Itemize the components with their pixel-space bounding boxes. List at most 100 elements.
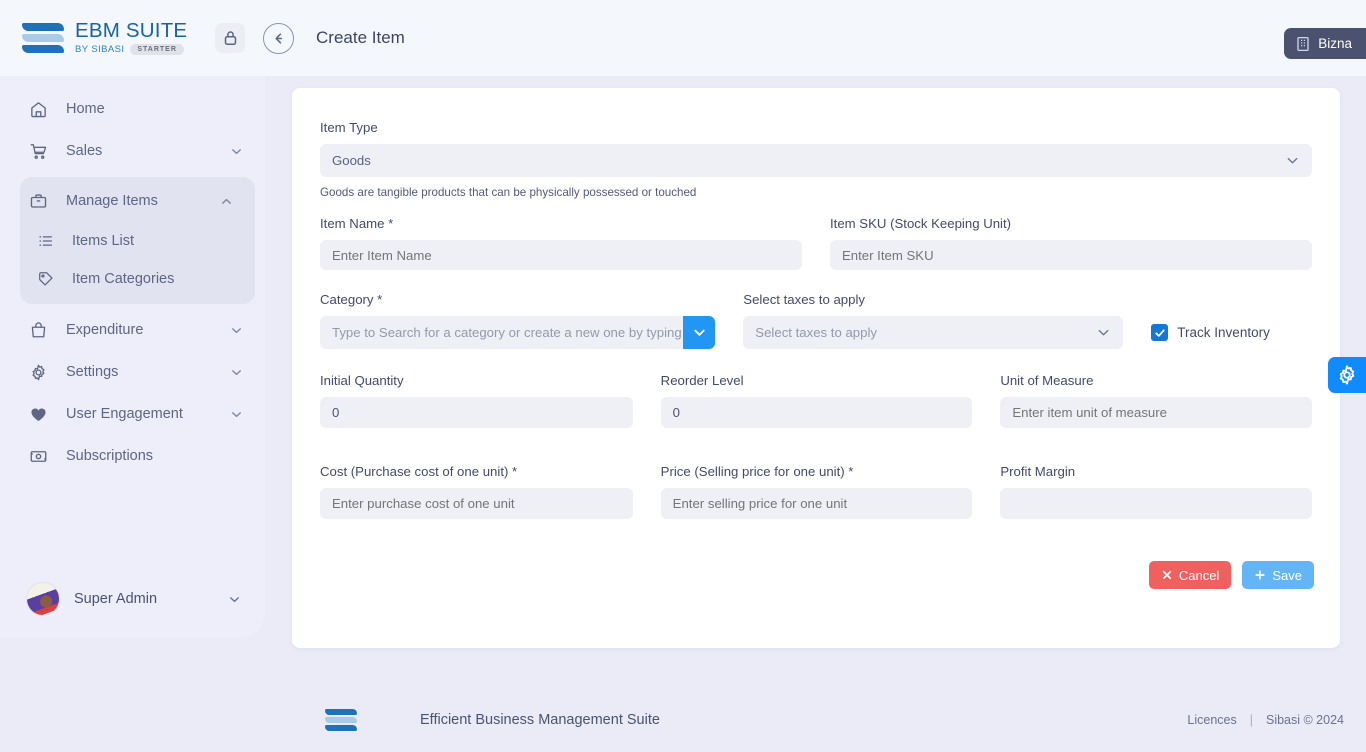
field-cost: Cost (Purchase cost of one unit) * bbox=[306, 464, 647, 519]
logo-subtitle: BY SIBASI bbox=[75, 43, 125, 55]
field-item-name: Item Name * bbox=[306, 216, 816, 270]
footer-logo-icon bbox=[325, 709, 357, 731]
back-button[interactable] bbox=[263, 22, 294, 54]
lock-icon bbox=[223, 30, 238, 46]
building-icon bbox=[1296, 36, 1310, 52]
field-price: Price (Selling price for one unit) * bbox=[647, 464, 987, 519]
sidebar-item-sales[interactable]: Sales bbox=[0, 130, 265, 172]
app-root: EBM SUITE BY SIBASI STARTER Create Item … bbox=[0, 0, 1366, 752]
item-name-label: Item Name * bbox=[320, 216, 394, 231]
sidebar-item-label: Sales bbox=[66, 143, 103, 159]
unit-of-measure-label: Unit of Measure bbox=[1000, 373, 1094, 388]
cost-label: Cost (Purchase cost of one unit) * bbox=[320, 464, 518, 479]
chevron-down-icon bbox=[230, 408, 243, 421]
cost-input[interactable] bbox=[320, 488, 633, 519]
chevron-down-icon bbox=[230, 145, 243, 158]
sidebar-item-expenditure[interactable]: Expenditure bbox=[0, 309, 265, 351]
profit-margin-input bbox=[1000, 488, 1312, 519]
track-inventory-toggle[interactable]: Track Inventory bbox=[1151, 324, 1312, 341]
cancel-label: Cancel bbox=[1178, 567, 1220, 583]
unit-of-measure-input[interactable] bbox=[1000, 397, 1312, 428]
page-title: Create Item bbox=[316, 28, 405, 47]
chevron-down-icon bbox=[230, 366, 243, 379]
chevron-down-icon bbox=[692, 325, 707, 340]
sidebar-item-user-engagement[interactable]: User Engagement bbox=[0, 393, 265, 435]
footer: Efficient Business Management Suite Lice… bbox=[0, 688, 1366, 752]
item-type-value: Goods bbox=[332, 153, 371, 168]
item-sku-label: Item SKU (Stock Keeping Unit) bbox=[830, 216, 1012, 231]
item-type-label: Item Type bbox=[320, 120, 378, 135]
save-label: Save bbox=[1272, 567, 1302, 583]
field-taxes: Select taxes to apply Select taxes to ap… bbox=[729, 292, 1137, 349]
sidebar-item-item-categories[interactable]: Item Categories bbox=[20, 260, 255, 298]
item-type-hint: Goods are tangible products that can be … bbox=[320, 186, 697, 199]
home-icon bbox=[28, 100, 49, 119]
list-icon bbox=[35, 232, 56, 250]
initial-quantity-label: Initial Quantity bbox=[320, 373, 404, 388]
category-dropdown-button[interactable] bbox=[683, 316, 716, 349]
profit-margin-label: Profit Margin bbox=[1000, 464, 1076, 479]
item-sku-input[interactable] bbox=[830, 240, 1312, 270]
settings-float-tab[interactable] bbox=[1328, 357, 1366, 393]
lock-button[interactable] bbox=[215, 23, 245, 53]
sidebar-item-items-list[interactable]: Items List bbox=[20, 222, 255, 260]
org-badge[interactable]: Bizna bbox=[1284, 28, 1366, 59]
taxes-select[interactable]: Select taxes to apply bbox=[743, 316, 1124, 349]
user-name: Super Admin bbox=[74, 591, 158, 607]
footer-divider: | bbox=[1249, 713, 1253, 727]
sidebar-item-subscriptions[interactable]: Subscriptions bbox=[0, 435, 265, 477]
initial-quantity-input[interactable] bbox=[320, 397, 633, 428]
item-type-select[interactable]: Goods bbox=[320, 144, 1312, 177]
field-track-inventory: Track Inventory bbox=[1137, 324, 1326, 349]
sidebar-subitem-label: Item Categories bbox=[72, 271, 175, 287]
sidebar-item-label: Manage Items bbox=[66, 193, 158, 209]
sidebar-item-home[interactable]: Home bbox=[0, 88, 265, 130]
logo-text: EBM SUITE BY SIBASI STARTER bbox=[75, 21, 187, 55]
licences-link[interactable]: Licences bbox=[1187, 713, 1236, 727]
taxes-label: Select taxes to apply bbox=[743, 292, 865, 307]
checkbox-checked-icon[interactable] bbox=[1151, 324, 1169, 341]
sidebar-group-manage-items: Manage Items Items List Item Categories bbox=[20, 177, 255, 304]
category-input[interactable]: Type to Search for a category or create … bbox=[320, 316, 716, 349]
tag-icon bbox=[35, 270, 56, 288]
gear-icon bbox=[1336, 364, 1358, 386]
org-badge-label: Bizna bbox=[1318, 36, 1352, 51]
reorder-level-label: Reorder Level bbox=[660, 373, 744, 388]
price-input[interactable] bbox=[660, 488, 973, 519]
create-item-card: Item Type Goods Goods are tangible produ… bbox=[292, 88, 1340, 648]
user-profile[interactable]: Super Admin bbox=[0, 582, 265, 616]
arrow-left-icon bbox=[271, 31, 286, 46]
field-unit-of-measure: Unit of Measure bbox=[986, 373, 1326, 428]
chevron-down-icon[interactable] bbox=[228, 593, 241, 606]
item-name-input[interactable] bbox=[320, 240, 802, 270]
sidebar-item-label: Home bbox=[66, 101, 105, 117]
sidebar-item-settings[interactable]: Settings bbox=[0, 351, 265, 393]
subscription-icon bbox=[28, 447, 49, 466]
heart-icon bbox=[28, 405, 49, 424]
cancel-button[interactable]: Cancel bbox=[1148, 561, 1232, 589]
plan-badge: STARTER bbox=[130, 43, 184, 55]
sidebar-item-label: Expenditure bbox=[66, 322, 144, 338]
sidebar-item-manage-items[interactable]: Manage Items bbox=[20, 180, 255, 222]
field-initial-quantity: Initial Quantity bbox=[306, 373, 647, 428]
field-category: Category * Type to Search for a category… bbox=[306, 292, 729, 349]
form-actions: Cancel Save bbox=[306, 561, 1326, 589]
chevron-up-icon bbox=[220, 195, 233, 208]
reorder-level-input[interactable] bbox=[660, 397, 973, 428]
logo-title: EBM SUITE bbox=[75, 19, 188, 43]
save-button[interactable]: Save bbox=[1242, 561, 1314, 589]
sidebar-item-label: Settings bbox=[66, 364, 119, 380]
chevron-down-icon bbox=[1096, 325, 1111, 340]
chevron-down-icon bbox=[230, 324, 243, 337]
plus-icon bbox=[1254, 569, 1266, 581]
cart-icon bbox=[28, 142, 49, 161]
taxes-placeholder: Select taxes to apply bbox=[755, 325, 877, 340]
footer-links: Licences | Sibasi © 2024 bbox=[1187, 713, 1344, 727]
briefcase-icon bbox=[28, 192, 49, 211]
top-header: EBM SUITE BY SIBASI STARTER Create Item … bbox=[0, 0, 1366, 76]
track-inventory-label: Track Inventory bbox=[1177, 325, 1270, 340]
sidebar-item-label: Subscriptions bbox=[66, 448, 154, 464]
footer-tagline: Efficient Business Management Suite bbox=[420, 712, 660, 728]
sidebar: Home Sales Manage Items Items List Item … bbox=[0, 76, 265, 638]
app-logo[interactable]: EBM SUITE BY SIBASI STARTER bbox=[0, 21, 212, 55]
